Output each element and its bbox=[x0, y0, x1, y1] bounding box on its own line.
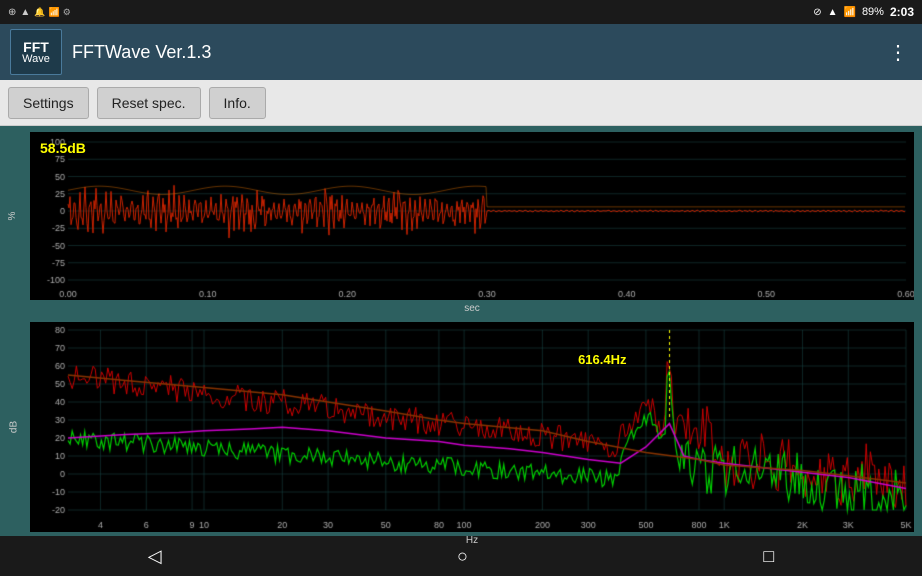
signal-icon: ▲ bbox=[20, 7, 30, 18]
spectrum-section: dB 616.4Hz Hz bbox=[30, 322, 914, 532]
signal-bars-icon: 📶 bbox=[843, 7, 855, 18]
waveform-section: % 58.5dB sec bbox=[30, 132, 914, 300]
app-bar: FFT Wave FFTWave Ver.1.3 ⋮ bbox=[0, 24, 922, 80]
settings-button[interactable]: Settings bbox=[8, 87, 89, 119]
back-button[interactable]: ◁ bbox=[118, 538, 192, 575]
overflow-menu-button[interactable]: ⋮ bbox=[884, 36, 912, 69]
waveform-db-label: 58.5dB bbox=[40, 140, 86, 156]
spectrum-x-unit: Hz bbox=[466, 535, 478, 546]
no-signal-icon: ⊘ bbox=[813, 7, 821, 18]
waveform-canvas bbox=[30, 132, 914, 300]
app-icons: 🔔📶⚙ bbox=[34, 7, 71, 18]
recents-button[interactable]: □ bbox=[733, 538, 804, 575]
spectrum-y-axis-label: dB bbox=[9, 421, 20, 433]
waveform-y-axis-label: % bbox=[7, 212, 18, 221]
spectrum-canvas bbox=[30, 322, 914, 532]
toolbar: Settings Reset spec. Info. bbox=[0, 80, 922, 126]
wifi-icon: ⊕ bbox=[8, 7, 16, 18]
waveform-x-unit: sec bbox=[464, 303, 480, 314]
wifi-status-icon: ▲ bbox=[828, 7, 838, 18]
status-icons-left: ⊕ ▲ 🔔📶⚙ bbox=[8, 7, 71, 18]
reset-spec-button[interactable]: Reset spec. bbox=[97, 87, 201, 119]
status-bar: ⊕ ▲ 🔔📶⚙ ⊘ ▲ 📶 89% 2:03 bbox=[0, 0, 922, 24]
app-logo: FFT Wave bbox=[10, 29, 62, 75]
home-button[interactable]: ○ bbox=[427, 538, 498, 575]
spectrum-peak-label: 616.4Hz bbox=[578, 352, 626, 367]
app-icon-fft-text: FFT bbox=[23, 40, 49, 54]
info-button[interactable]: Info. bbox=[209, 87, 266, 119]
app-title: FFTWave Ver.1.3 bbox=[72, 42, 884, 63]
app-icon-wave-text: Wave bbox=[22, 54, 50, 65]
nav-bar: ◁ ○ □ bbox=[0, 536, 922, 576]
battery-percent: 89% bbox=[862, 6, 884, 18]
status-icons-right: ⊘ ▲ 📶 89% 2:03 bbox=[813, 5, 914, 19]
charts-area: % 58.5dB sec dB 616.4Hz Hz bbox=[0, 126, 922, 536]
clock: 2:03 bbox=[890, 5, 914, 19]
